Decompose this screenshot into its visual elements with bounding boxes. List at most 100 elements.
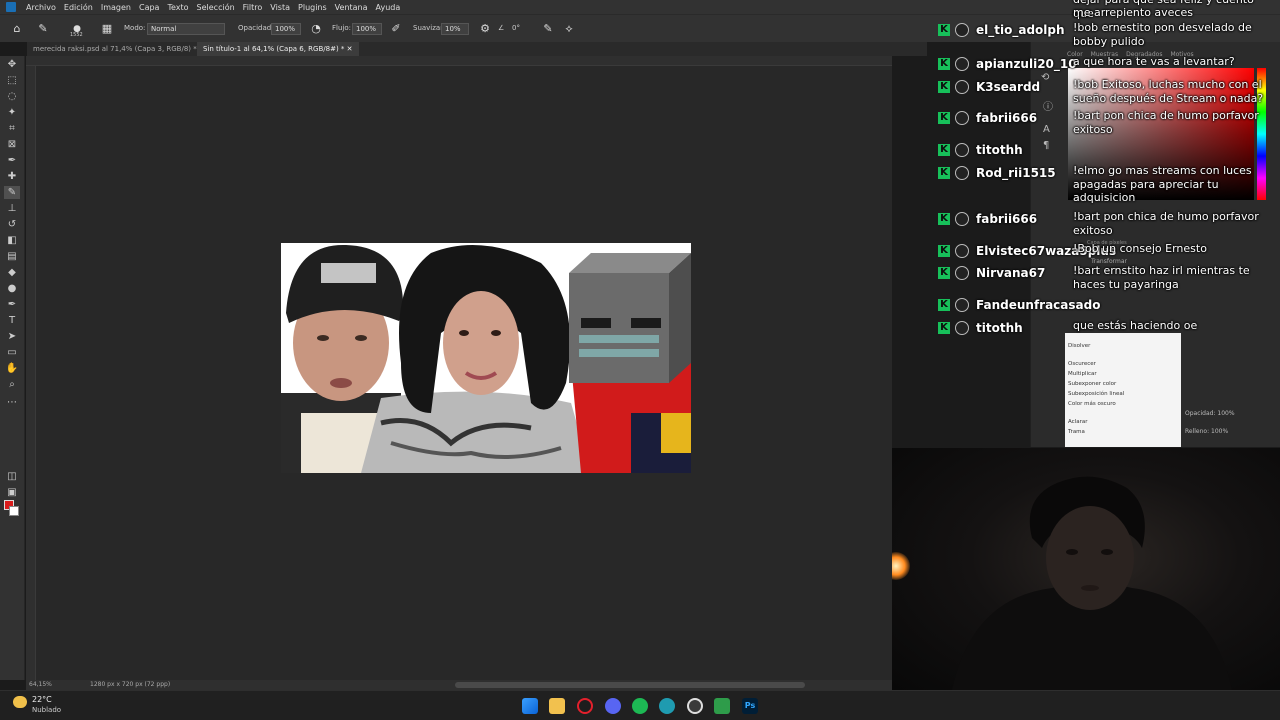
chat-username[interactable]: el_tio_adolph — [976, 23, 1065, 37]
user-avatar[interactable] — [955, 166, 969, 180]
healing-brush-icon[interactable]: ✚ — [4, 170, 20, 183]
user-avatar[interactable] — [955, 298, 969, 312]
quick-mask-icon[interactable]: ◫ — [4, 470, 20, 483]
blend-option-subexponer[interactable]: Subexponer color — [1065, 379, 1181, 389]
app-icon[interactable] — [714, 698, 730, 714]
home-icon[interactable]: ⌂ — [10, 22, 24, 36]
chat-username[interactable]: apianzuli20_10 — [976, 57, 1077, 71]
user-avatar[interactable] — [955, 143, 969, 157]
chat-username[interactable]: titothh — [976, 321, 1023, 335]
chat-username[interactable]: fabrii666 — [976, 212, 1037, 226]
lasso-tool-icon[interactable]: ◌ — [4, 90, 20, 103]
tab-merecida-raksi[interactable]: merecida raksi.psd al 71,4% (Capa 3, RGB… — [27, 42, 211, 56]
chat-username[interactable]: Rod_rii1515 — [976, 166, 1056, 180]
mode-select[interactable]: Normal — [147, 23, 225, 35]
user-avatar[interactable] — [955, 321, 969, 335]
history-brush-icon[interactable]: ↺ — [4, 218, 20, 231]
brush-tool-active-icon[interactable]: ✎ — [4, 186, 20, 199]
menu-edicion[interactable]: Edición — [60, 3, 97, 12]
menu-capa[interactable]: Capa — [135, 3, 163, 12]
spotify-icon[interactable] — [632, 698, 648, 714]
user-avatar[interactable] — [955, 23, 969, 37]
more-tools-icon[interactable]: ⋯ — [4, 396, 20, 409]
brush-settings-icon[interactable]: ▦ — [100, 22, 114, 36]
pressure-size-icon[interactable]: ✎ — [541, 22, 555, 36]
user-avatar[interactable] — [955, 266, 969, 280]
menu-vista[interactable]: Vista — [266, 3, 294, 12]
eraser-icon[interactable]: ◧ — [4, 234, 20, 247]
quick-select-icon[interactable]: ✦ — [4, 106, 20, 119]
crop-tool-icon[interactable]: ⌗ — [4, 122, 20, 135]
close-icon[interactable]: ✕ — [347, 45, 353, 53]
stream-chat-overlay: dejar para que sea feliz y cuento que me… — [935, 0, 1280, 340]
marquee-tool-icon[interactable]: ⬚ — [4, 74, 20, 87]
angle-value[interactable]: 0° — [512, 24, 520, 32]
rectangle-tool-icon[interactable]: ▭ — [4, 346, 20, 359]
symmetry-icon[interactable]: ⟡ — [562, 22, 576, 36]
pen-tool-icon[interactable]: ✒ — [4, 298, 20, 311]
zoom-level[interactable]: 64,15% — [29, 681, 52, 688]
zoom-tool-icon[interactable]: ⌕ — [4, 378, 20, 391]
menu-texto[interactable]: Texto — [163, 3, 192, 12]
discord-icon[interactable] — [605, 698, 621, 714]
user-avatar[interactable] — [955, 57, 969, 71]
smoothing-input[interactable]: 10% — [441, 23, 469, 35]
menu-ventana[interactable]: Ventana — [331, 3, 372, 12]
menu-filtro[interactable]: Filtro — [239, 3, 267, 12]
brush-tool-icon[interactable]: ✎ — [36, 22, 50, 36]
edit-toolbar-icon[interactable] — [4, 504, 20, 517]
blend-option-color-oscuro[interactable]: Color más oscuro — [1065, 399, 1181, 409]
layer-opacity-value[interactable]: 100% — [1217, 410, 1234, 417]
opacity-input[interactable]: 100% — [271, 23, 301, 35]
horizontal-scrollbar[interactable] — [455, 682, 805, 688]
blur-tool-icon[interactable]: ◆ — [4, 266, 20, 279]
blend-option-disolver[interactable]: Disolver — [1065, 341, 1181, 351]
gear-icon[interactable]: ⚙ — [478, 22, 492, 36]
user-avatar[interactable] — [955, 111, 969, 125]
weather-temperature[interactable]: 22°C — [32, 695, 52, 704]
path-select-icon[interactable]: ➤ — [4, 330, 20, 343]
screen-mode-icon[interactable]: ▣ — [4, 486, 20, 499]
menu-plugins[interactable]: Plugins — [294, 3, 331, 12]
airbrush-icon[interactable]: ✐ — [389, 22, 403, 36]
frame-tool-icon[interactable]: ⊠ — [4, 138, 20, 151]
chat-username[interactable]: titothh — [976, 143, 1023, 157]
menu-archivo[interactable]: Archivo — [22, 3, 60, 12]
user-avatar[interactable] — [955, 244, 969, 258]
menu-seleccion[interactable]: Selección — [193, 3, 239, 12]
file-explorer-icon[interactable] — [549, 698, 565, 714]
document-canvas-image[interactable] — [281, 243, 691, 473]
user-avatar[interactable] — [955, 212, 969, 226]
move-tool-icon[interactable]: ✥ — [4, 58, 20, 71]
tab-sin-titulo[interactable]: Sin título-1 al 64,1% (Capa 6, RGB/8#) *… — [197, 42, 359, 56]
flow-input[interactable]: 100% — [352, 23, 382, 35]
blend-option-aclarar[interactable]: Aclarar — [1065, 417, 1181, 427]
blend-option-subexposicion-lineal[interactable]: Subexposición lineal — [1065, 389, 1181, 399]
blend-option-oscurecer[interactable]: Oscurecer — [1065, 359, 1181, 369]
layer-fill-value[interactable]: 100% — [1211, 428, 1228, 435]
clone-stamp-icon[interactable]: ⊥ — [4, 202, 20, 215]
hand-tool-icon[interactable]: ✋ — [4, 362, 20, 375]
browser-icon[interactable] — [659, 698, 675, 714]
photoshop-taskbar-icon[interactable]: Ps — [742, 698, 758, 714]
chat-username[interactable]: Fandeunfracasado — [976, 298, 1100, 312]
menu-ayuda[interactable]: Ayuda — [372, 3, 405, 12]
blend-option-multiplicar[interactable]: Multiplicar — [1065, 369, 1181, 379]
gradient-icon[interactable]: ▤ — [4, 250, 20, 263]
chat-username[interactable]: fabrii666 — [976, 111, 1037, 125]
menu-imagen[interactable]: Imagen — [97, 3, 135, 12]
chat-username[interactable]: Nirvana67 — [976, 266, 1045, 280]
windows-start-icon[interactable] — [522, 698, 538, 714]
opera-gx-icon[interactable] — [577, 698, 593, 714]
dodge-tool-icon[interactable]: ● — [4, 282, 20, 295]
weather-description[interactable]: Nublado — [32, 706, 61, 714]
eyedropper-icon[interactable]: ✒ — [4, 154, 20, 167]
pressure-opacity-icon[interactable]: ◔ — [309, 22, 323, 36]
type-tool-icon[interactable]: T — [4, 314, 20, 327]
photoshop-logo-icon[interactable] — [6, 2, 16, 12]
obs-studio-icon[interactable] — [687, 698, 703, 714]
user-avatar[interactable] — [955, 80, 969, 94]
chat-username[interactable]: K3seardd — [976, 80, 1040, 94]
blend-option-trama[interactable]: Trama — [1065, 427, 1181, 437]
weather-cloud-icon[interactable] — [13, 696, 27, 708]
